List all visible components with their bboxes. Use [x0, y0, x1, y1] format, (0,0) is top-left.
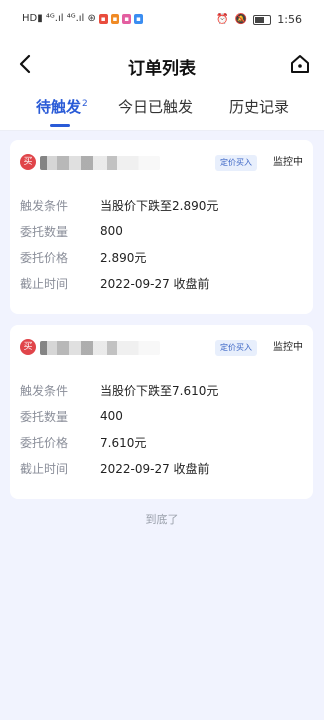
detail-row: 委托价格 7.610元: [20, 429, 303, 455]
trigger-condition-label: 触发条件: [20, 198, 69, 213]
order-card[interactable]: 买 定价买入 监控中 触发条件 当股价下跌至7.610元 委托数量 400 委托…: [10, 325, 313, 499]
price-value: 2.890元: [100, 250, 147, 265]
home-icon[interactable]: [288, 52, 312, 76]
tab-bar: 待触发2 今日已触发 历史记录: [0, 88, 324, 131]
order-type-tag: 定价买入: [215, 340, 257, 356]
deadline-label: 截止时间: [20, 276, 69, 291]
order-card-header: 买 定价买入 监控中: [20, 339, 303, 359]
quantity-label: 委托数量: [20, 224, 69, 239]
detail-row: 委托数量 400: [20, 403, 303, 429]
trigger-condition-label: 触发条件: [20, 383, 69, 398]
app-notification-icon: ▪: [98, 13, 108, 24]
price-label: 委托价格: [20, 435, 69, 450]
detail-row: 截止时间 2022-09-27 收盘前: [20, 270, 303, 296]
order-card[interactable]: 买 定价买入 监控中 触发条件 当股价下跌至2.890元 委托数量 800 委托…: [10, 140, 313, 314]
order-status: 监控中: [273, 157, 303, 168]
buy-badge: 买: [20, 154, 36, 170]
trigger-condition-value: 当股价下跌至7.610元: [100, 383, 219, 398]
deadline-value: 2022-09-27 收盘前: [100, 461, 210, 476]
price-value: 7.610元: [100, 435, 147, 450]
active-tab-indicator: [50, 124, 70, 127]
trigger-condition-value: 当股价下跌至2.890元: [100, 198, 219, 213]
page-title: 订单列表: [128, 59, 196, 79]
detail-row: 触发条件 当股价下跌至7.610元: [20, 377, 303, 403]
tab-pending[interactable]: 待触发2: [36, 96, 88, 117]
buy-badge: 买: [20, 339, 36, 355]
status-bar: HD▮ ⁴ᴳ.ıl ⁴ᴳ.ıl ⊛ ▪ ▪ ▪ ▪ ⏰ 🔕 1:56: [0, 0, 324, 40]
order-type-tag: 定价买入: [215, 155, 257, 171]
order-details: 触发条件 当股价下跌至2.890元 委托数量 800 委托价格 2.890元 截…: [20, 192, 303, 296]
quantity-label: 委托数量: [20, 409, 69, 424]
detail-row: 触发条件 当股价下跌至2.890元: [20, 192, 303, 218]
quantity-value: 800: [100, 224, 123, 238]
tab-triggered-today-label: 今日已触发: [118, 98, 194, 116]
stock-name-blurred: [40, 156, 160, 170]
detail-row: 委托数量 800: [20, 218, 303, 244]
app-header: 订单列表: [0, 40, 324, 88]
stock-name-blurred: [40, 341, 160, 355]
detail-row: 委托价格 2.890元: [20, 244, 303, 270]
battery-icon: [253, 14, 272, 25]
app-notification-icon: ▪: [122, 13, 132, 24]
tab-history-label: 历史记录: [229, 98, 290, 116]
detail-row: 截止时间 2022-09-27 收盘前: [20, 455, 303, 481]
deadline-label: 截止时间: [20, 461, 69, 476]
order-details: 触发条件 当股价下跌至7.610元 委托数量 400 委托价格 7.610元 截…: [20, 377, 303, 481]
status-time: 1:56: [277, 13, 302, 26]
alarm-icon: ⏰: [216, 14, 229, 25]
tab-pending-label: 待触发: [36, 98, 82, 116]
end-of-list-text: 到底了: [145, 513, 179, 526]
mute-icon: 🔕: [234, 14, 248, 25]
tab-history[interactable]: 历史记录: [229, 96, 289, 117]
app-notification-icon: ▪: [134, 13, 143, 24]
deadline-value: 2022-09-27 收盘前: [100, 276, 210, 291]
tab-triggered-today[interactable]: 今日已触发: [118, 96, 193, 117]
status-icons-left: HD▮ ⁴ᴳ.ıl ⁴ᴳ.ıl ⊛ ▪ ▪ ▪ ▪: [22, 13, 143, 24]
order-status: 监控中: [273, 342, 303, 353]
quantity-value: 400: [100, 409, 123, 423]
price-label: 委托价格: [20, 250, 69, 265]
order-card-header: 买 定价买入 监控中: [20, 154, 303, 174]
status-icons-right: ⏰ 🔕 1:56: [216, 13, 302, 26]
tab-pending-count: 2: [82, 99, 88, 109]
hd-signal-icon: HD▮ ⁴ᴳ.ıl ⁴ᴳ.ıl ⊛: [22, 13, 96, 24]
app-notification-icon: ▪: [110, 13, 120, 24]
